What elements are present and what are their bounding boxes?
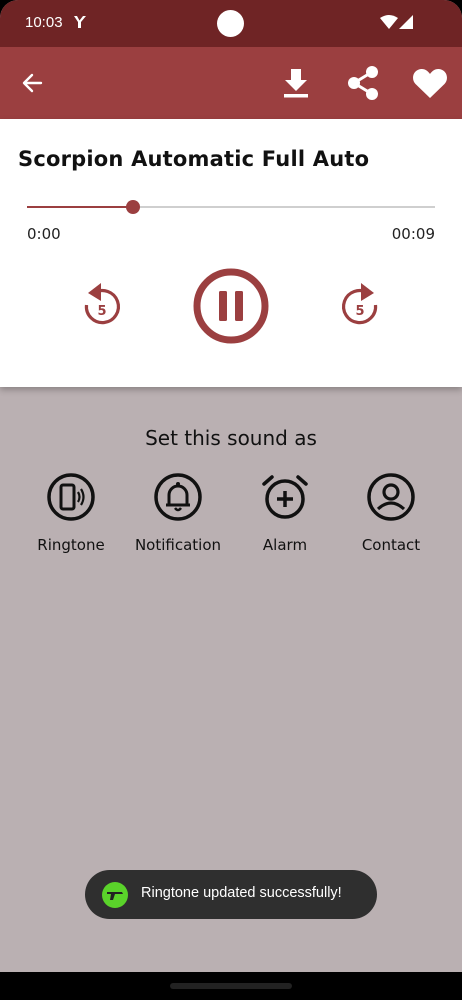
set-as-heading: Set this sound as [145, 426, 317, 450]
notification-label: Notification [134, 536, 222, 554]
player-card: Scorpion Automatic Full Auto 0:00 00:09 … [0, 119, 462, 387]
status-time: 10:03 [25, 14, 63, 31]
toolbar [0, 47, 462, 119]
pause-icon [193, 268, 269, 344]
rewind-5-button[interactable]: 5 [80, 279, 124, 329]
favorite-button[interactable] [410, 47, 450, 119]
set-contact-option[interactable]: Contact [337, 472, 445, 554]
share-button[interactable] [345, 47, 381, 119]
set-alarm-option[interactable]: Alarm [231, 472, 339, 554]
seek-bar[interactable] [27, 200, 435, 214]
back-arrow-icon [22, 73, 43, 93]
set-ringtone-option[interactable]: Ringtone [17, 472, 125, 554]
seek-progress [27, 206, 134, 208]
phone-ringing-icon [47, 473, 95, 521]
duration-time: 00:09 [391, 225, 435, 243]
fork-icon [74, 16, 86, 28]
toast-text: Ringtone updated successfully! [141, 885, 342, 901]
wifi-icon [380, 15, 398, 29]
sound-title: Scorpion Automatic Full Auto [18, 147, 370, 171]
forward-5-button[interactable]: 5 [338, 279, 382, 329]
alarm-clock-icon [262, 475, 308, 519]
pause-button[interactable] [192, 267, 270, 345]
forward-seconds: 5 [355, 304, 364, 319]
heart-icon [413, 68, 447, 98]
alarm-label: Alarm [262, 536, 308, 554]
rewind-icon: 5 [84, 283, 120, 325]
set-notification-option[interactable]: Notification [124, 472, 232, 554]
download-icon [284, 69, 308, 98]
signal-icon [399, 15, 413, 29]
back-button[interactable] [14, 47, 50, 119]
toast-message: Ringtone updated successfully! [85, 870, 377, 919]
ringtone-label: Ringtone [37, 536, 105, 554]
forward-icon: 5 [342, 283, 378, 325]
app-screen: 10:03 Scorpion Automatic Full Auto 0:00 … [0, 0, 462, 1000]
status-bar: 10:03 [0, 0, 462, 47]
seek-thumb[interactable] [126, 200, 141, 214]
contact-person-icon [367, 473, 415, 521]
contact-label: Contact [361, 536, 421, 554]
navigation-bar [0, 972, 462, 1000]
current-time: 0:00 [27, 225, 61, 243]
share-icon [348, 66, 378, 100]
bell-icon [154, 473, 202, 521]
gesture-handle[interactable] [170, 983, 292, 989]
rewind-seconds: 5 [97, 304, 106, 319]
download-button[interactable] [278, 47, 314, 119]
camera-cutout [217, 10, 244, 37]
app-gun-icon [102, 882, 128, 908]
